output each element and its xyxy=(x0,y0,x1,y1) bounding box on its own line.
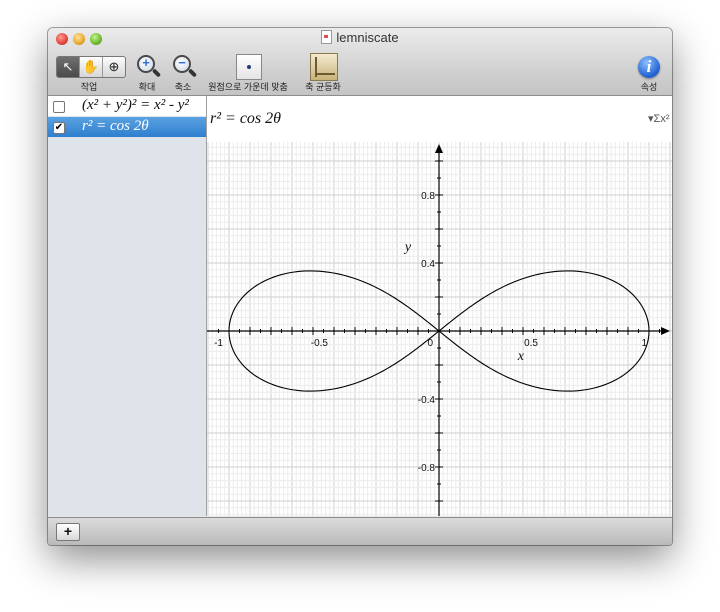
bottom-bar: + xyxy=(48,517,672,545)
equation-item[interactable]: (x² + y²)² = x² - y² xyxy=(48,96,206,116)
zoom-out-button[interactable]: − xyxy=(171,54,197,80)
equation-label: (x² + y²)² = x² - y² xyxy=(82,97,189,113)
zoom-in-button[interactable]: + xyxy=(135,54,161,80)
x-tick-label: -1 xyxy=(214,338,223,349)
equation-options-icon[interactable]: ▾Σx² xyxy=(648,112,669,125)
info-icon[interactable]: i xyxy=(638,56,660,78)
equation-editor-text[interactable]: r² = cos 2θ xyxy=(210,110,281,128)
graph-canvas[interactable]: -1 -0.5 0 0.5 1 0.8 0.4 -0.4 -0.8 x y xyxy=(207,142,672,516)
y-tick-label: 0.4 xyxy=(421,259,435,270)
center-origin-button[interactable] xyxy=(236,54,262,80)
window-title: lemniscate xyxy=(336,30,399,45)
hand-icon: ✋ xyxy=(82,59,100,74)
pointer-icon: ↖ xyxy=(62,59,74,74)
window-title-container: lemniscate xyxy=(48,30,672,45)
tool-selector: ↖ ✋ ⊕ xyxy=(56,56,126,78)
y-tick-label: 0.8 xyxy=(421,191,435,202)
x-tick-label: -0.5 xyxy=(311,338,329,349)
hand-tool[interactable]: ✋ xyxy=(80,57,103,77)
x-tick-label: 0.5 xyxy=(524,338,538,349)
equalize-axes-label: 축 균등화 xyxy=(305,82,341,92)
equation-checkbox[interactable] xyxy=(53,101,65,113)
tools-label: 작업 xyxy=(80,82,98,92)
center-origin-label: 원점으로 가운데 맞춤 xyxy=(208,82,288,92)
zoom-in-sign: + xyxy=(142,55,150,70)
plot-svg: -1 -0.5 0 0.5 10.80.4-0.4-0.8xy xyxy=(207,142,672,516)
info-label: 속성 xyxy=(640,82,658,92)
pointer-tool[interactable]: ↖ xyxy=(57,57,80,77)
document-icon xyxy=(321,30,333,44)
y-axis-label: y xyxy=(403,240,412,255)
equation-checkbox[interactable]: ✔ xyxy=(53,122,65,134)
zoom-tool[interactable]: ⊕ xyxy=(103,57,125,77)
app-window: lemniscate ↖ ✋ ⊕ 작업 + 확대 − 축소 원점으로 가운데 맞… xyxy=(48,28,672,545)
equation-item-selected[interactable]: ✔ r² = cos 2θ xyxy=(48,117,206,137)
y-tick-label: -0.4 xyxy=(418,395,436,406)
zoom-out-label: 축소 xyxy=(174,82,192,92)
equation-list: (x² + y²)² = x² - y² ✔ r² = cos 2θ xyxy=(48,96,207,516)
equalize-axes-button[interactable] xyxy=(310,53,338,81)
x-axis-label: x xyxy=(517,349,525,364)
equation-editor[interactable]: r² = cos 2θ ▾Σx² xyxy=(207,96,672,143)
zoom-out-sign: − xyxy=(178,55,186,70)
zoom-in-label: 확대 xyxy=(138,82,156,92)
y-tick-label: -0.8 xyxy=(418,463,436,474)
toolbar: lemniscate ↖ ✋ ⊕ 작업 + 확대 − 축소 원점으로 가운데 맞… xyxy=(48,28,672,96)
equation-label: r² = cos 2θ xyxy=(82,118,149,134)
y-axis-arrow xyxy=(435,144,443,153)
add-equation-button[interactable]: + xyxy=(56,523,80,541)
zoom-tool-icon: ⊕ xyxy=(108,59,120,74)
